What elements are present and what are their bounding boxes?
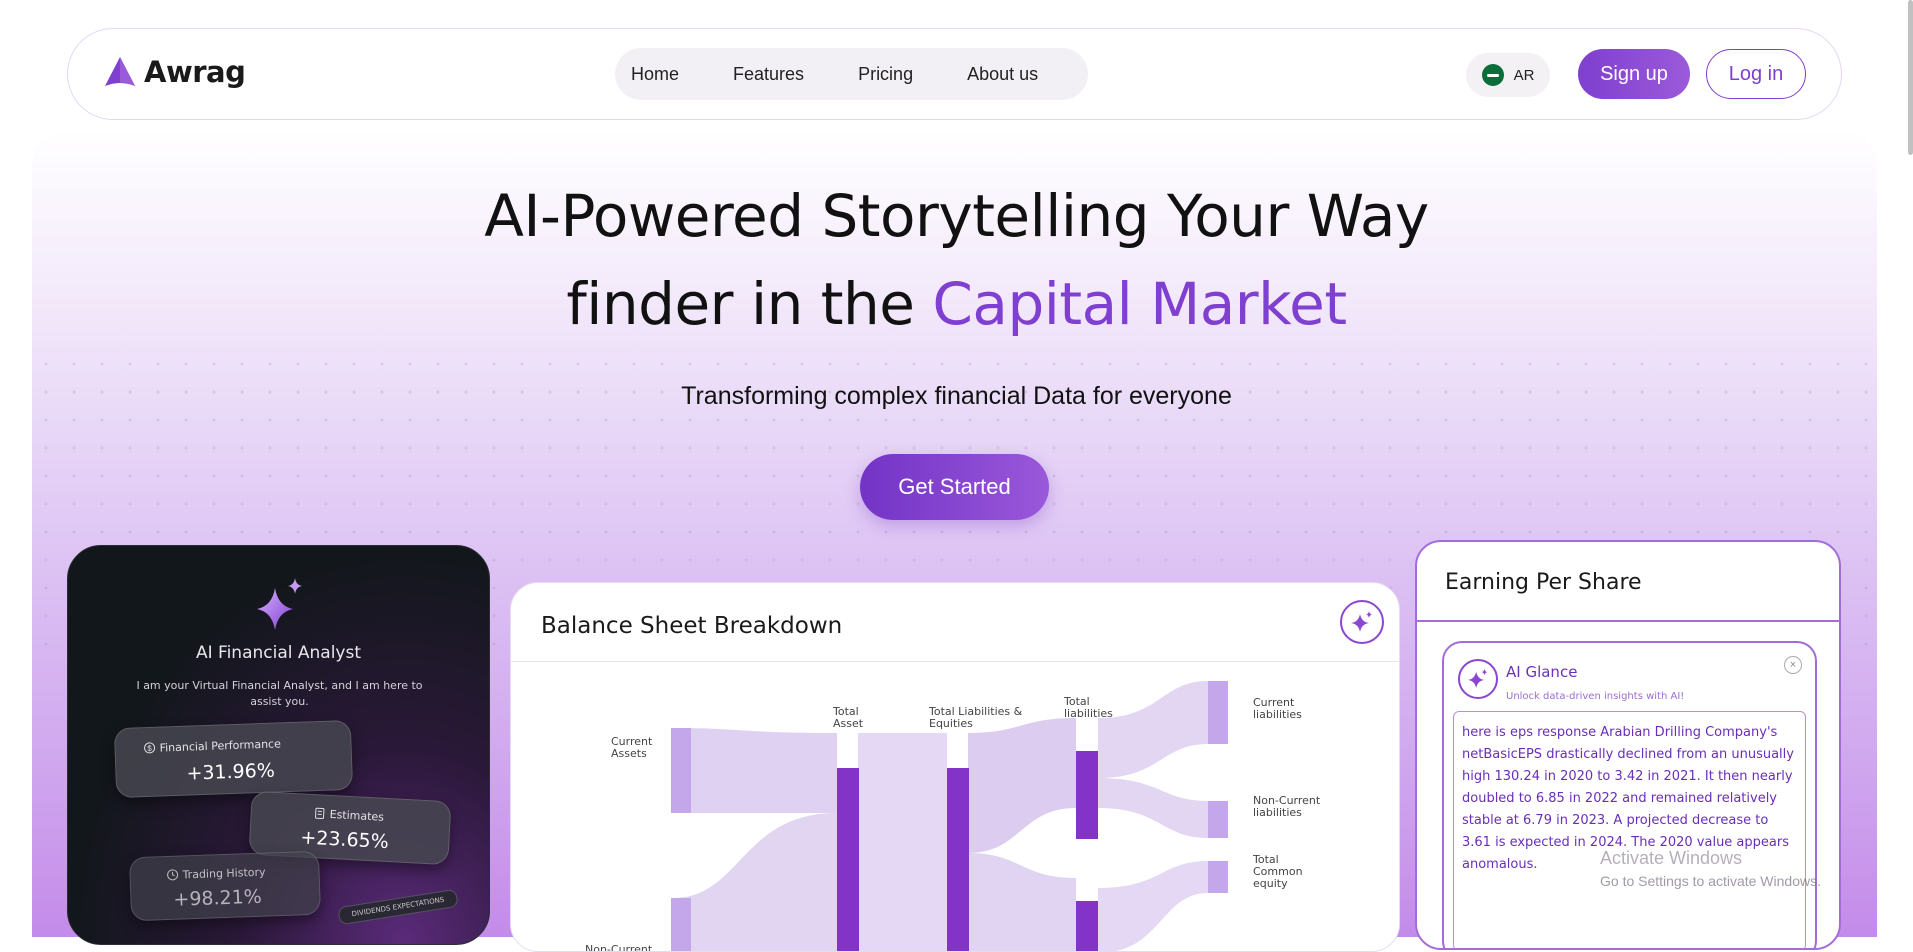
node-total-asset bbox=[837, 768, 859, 952]
balance-sheet-title: Balance Sheet Breakdown bbox=[541, 613, 842, 639]
analyst-title: AI Financial Analyst bbox=[68, 643, 489, 663]
eps-title: Earning Per Share bbox=[1445, 570, 1642, 595]
hero-title-line1: AI-Powered Storytelling Your Way bbox=[0, 182, 1913, 250]
ai-assist-button[interactable] bbox=[1340, 600, 1384, 644]
nav-link-home[interactable]: Home bbox=[631, 64, 679, 85]
stat-value: +23.65% bbox=[300, 826, 389, 853]
saudi-flag-icon bbox=[1482, 64, 1504, 86]
hero-subtitle: Transforming complex financial Data for … bbox=[0, 382, 1913, 411]
divider bbox=[1417, 620, 1839, 622]
signup-button[interactable]: Sign up bbox=[1578, 49, 1690, 99]
hero-title-accent: Capital Market bbox=[932, 270, 1346, 338]
sparkle-icon bbox=[1349, 609, 1375, 635]
activate-windows-hint: Go to Settings to activate Windows. bbox=[1600, 873, 1821, 889]
label-total-asset: TotalAsset bbox=[832, 705, 864, 730]
label-non-current: Non-Current bbox=[585, 943, 653, 952]
label-total-liab-eq: Total Liabilities &Equities bbox=[928, 705, 1023, 730]
ai-glance-response: here is eps response Arabian Drilling Co… bbox=[1453, 711, 1806, 950]
dollar-icon: $ bbox=[143, 742, 155, 754]
node-common-equity bbox=[1208, 861, 1228, 893]
language-label: AR bbox=[1514, 67, 1535, 84]
activate-windows-title: Activate Windows bbox=[1600, 848, 1742, 869]
hero-title-line2: finder in the Capital Market bbox=[0, 270, 1913, 338]
stat-label: Trading History bbox=[182, 866, 265, 882]
nav-link-pricing[interactable]: Pricing bbox=[858, 64, 913, 85]
stat-card-trading-history[interactable]: Trading History +98.21% bbox=[129, 851, 321, 922]
logo-mark-icon bbox=[102, 54, 138, 90]
node-current-liabilities bbox=[1208, 681, 1228, 744]
flow-to-equity bbox=[968, 853, 1076, 952]
navbar: Awrag Home Features Pricing About us AR … bbox=[67, 28, 1842, 120]
ai-analyst-card: AI Financial Analyst I am your Virtual F… bbox=[67, 545, 490, 945]
label-common-equity: TotalCommonequity bbox=[1252, 853, 1303, 890]
flow-to-current-liab bbox=[1098, 681, 1208, 778]
label-noncurrent-liabilities: Non-Currentliabilities bbox=[1253, 794, 1321, 819]
label-total-liabilities: Totalliabilities bbox=[1063, 695, 1113, 720]
flow-current-assets bbox=[673, 728, 837, 813]
sparkle-icon bbox=[1458, 659, 1498, 699]
node-current-assets bbox=[671, 728, 691, 813]
flow-to-total-liabilities bbox=[968, 718, 1076, 853]
divider bbox=[511, 661, 1399, 662]
stat-value: +31.96% bbox=[186, 760, 275, 785]
node-noncurrent-liabilities bbox=[1208, 801, 1228, 838]
flow-non-current bbox=[673, 813, 837, 952]
brand-name: Awrag bbox=[144, 55, 245, 89]
sparkle-icon bbox=[251, 576, 311, 632]
node-total-equity bbox=[1076, 901, 1098, 952]
stat-card-financial-performance[interactable]: Financial Performance $ +31.96% bbox=[114, 720, 353, 798]
flow-to-common-equity bbox=[1098, 861, 1208, 952]
node-total-liabilities bbox=[1076, 751, 1098, 839]
analyst-description: I am your Virtual Financial Analyst, and… bbox=[128, 678, 431, 710]
logo[interactable]: Awrag bbox=[102, 54, 245, 90]
label-current-assets: CurrentAssets bbox=[611, 735, 653, 760]
flow-to-noncurrent-liab bbox=[1098, 778, 1208, 838]
node-non-current bbox=[671, 898, 691, 952]
ai-glance-panel: AI Glance Unlock data-driven insights wi… bbox=[1442, 641, 1817, 950]
stat-label: Financial Performance bbox=[159, 737, 281, 754]
nav-link-features[interactable]: Features bbox=[733, 64, 804, 85]
svg-text:$: $ bbox=[147, 744, 152, 753]
sankey-diagram: CurrentAssets Non-Current TotalAsset Tot… bbox=[511, 663, 1400, 952]
nav-link-about[interactable]: About us bbox=[967, 64, 1038, 85]
get-started-button[interactable]: Get Started bbox=[860, 454, 1049, 520]
flow-asset-to-liab bbox=[858, 733, 947, 952]
balance-sheet-card: Balance Sheet Breakdown CurrentAssets No… bbox=[510, 582, 1400, 952]
history-icon bbox=[166, 869, 178, 881]
dividends-tag: DIVIDENDS EXPECTATIONS bbox=[337, 889, 458, 926]
stat-value: +98.21% bbox=[173, 886, 262, 911]
language-switcher[interactable]: AR bbox=[1466, 53, 1550, 97]
hero-title-plain: finder in the bbox=[566, 270, 932, 338]
ai-glance-subtitle: Unlock data-driven insights with AI! bbox=[1506, 691, 1684, 702]
label-current-liabilities: Currentliabilities bbox=[1253, 696, 1302, 721]
stat-label: Estimates bbox=[329, 808, 384, 824]
login-button[interactable]: Log in bbox=[1706, 49, 1806, 99]
document-icon bbox=[313, 807, 326, 820]
node-total-liab-eq bbox=[947, 768, 969, 952]
nav-menu: Home Features Pricing About us bbox=[615, 48, 1088, 100]
scrollbar[interactable] bbox=[1908, 0, 1913, 155]
ai-glance-title: AI Glance bbox=[1506, 663, 1577, 681]
close-icon[interactable]: × bbox=[1784, 656, 1802, 674]
